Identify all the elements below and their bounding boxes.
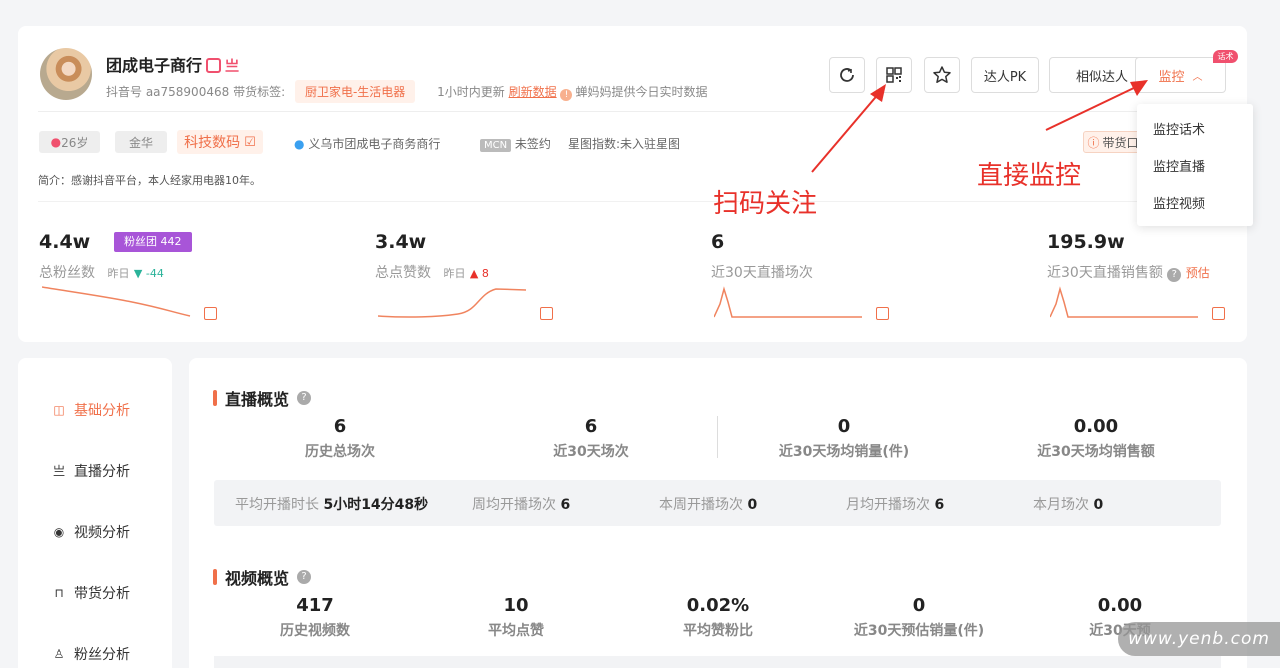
star-icon (933, 66, 951, 83)
metric-value: 6 (584, 416, 598, 437)
profile-subline: 抖音号 aa758900468 带货标签: 厨卫家电-生活电器 1小时内更新 刷… (106, 80, 707, 103)
likes-sparkline (378, 288, 527, 318)
stat-sales-value: 195.9w (1047, 231, 1125, 253)
user-icon: ♙ (53, 647, 65, 661)
live-sparkline (714, 286, 862, 318)
metric-label: 近30天场均销量(件) (778, 444, 910, 460)
bag-icon: ⊓ (54, 586, 64, 600)
sidebar-item-live[interactable]: 亗直播分析 (52, 461, 130, 481)
sidebar-item-basic[interactable]: ◫ 基础分析 (52, 400, 130, 420)
sidebar-item-video[interactable]: ◉ 视频分析 (52, 522, 130, 542)
divider (38, 201, 1226, 202)
main-panel: 直播概览? 6 历史总场次 6 近30天场次 0 近30天场均销量(件) 0.0… (189, 358, 1247, 668)
stat-live-count-label: 近30天直播场次 (711, 265, 813, 281)
trend-icon[interactable] (540, 307, 553, 320)
refresh-link[interactable]: 刷新数据 (509, 85, 557, 99)
info-icon: ! (560, 89, 573, 101)
live-icon: 亗 (52, 464, 65, 478)
metric-value: 10 (503, 595, 529, 616)
trend-icon[interactable] (1212, 307, 1225, 320)
metric-label: 平均赞粉比 (683, 623, 753, 639)
favorite-button[interactable] (924, 57, 960, 93)
metric-value: 0 (912, 595, 926, 616)
stat-sales-label: 近30天直播销售额 ? 预估 (1047, 265, 1210, 282)
menu-item-monitor-script[interactable]: 监控话术 (1153, 119, 1205, 138)
fans-club-badge[interactable]: 粉丝团 442 (114, 232, 192, 252)
stat-likes-label: 总点赞数 昨日 ▲ 8 (375, 265, 489, 281)
metric-value: 6 (333, 416, 347, 437)
metric-value: 0 (837, 416, 851, 437)
menu-item-monitor-video[interactable]: 监控视频 (1153, 193, 1205, 212)
sales-sparkline (1050, 286, 1198, 318)
chart-icon: ◫ (53, 403, 65, 417)
chevron-up-icon: ︿ (1192, 71, 1203, 83)
video-overview-title: 视频概览? (213, 565, 312, 589)
help-icon[interactable]: ? (1167, 268, 1182, 282)
mcn-info: MCN 未签约 (480, 135, 551, 152)
help-icon: ⓘ (1087, 135, 1100, 150)
stat-likes-value: 3.4w (375, 231, 427, 253)
category-chip[interactable]: 科技数码 ☑ (177, 130, 263, 154)
metric-value: 417 (296, 595, 334, 616)
metric-value: 0.02% (686, 595, 750, 616)
age-chip: ● 26岁 (39, 131, 100, 153)
trend-icon[interactable] (876, 307, 889, 320)
scan-annotation: 扫码关注 (713, 189, 818, 219)
user-icon: ● (50, 135, 62, 149)
region-chip: 金华 (115, 131, 167, 153)
metric-value: 0.00 (1073, 416, 1119, 437)
stat-fans-value: 4.4w (39, 231, 91, 253)
bio: 简介：感谢抖音平台，本人经家用电器10年。 (38, 174, 261, 187)
metric-label: 近30天预估销量(件) (853, 623, 985, 639)
metric-label: 近30天场均销售额 (1037, 444, 1155, 460)
pk-button[interactable]: 达人PK (971, 57, 1039, 93)
profile-name: 团成电子商行亗 (106, 56, 240, 75)
avatar[interactable] (40, 48, 92, 100)
metric-label: 平均点赞 (488, 623, 544, 639)
metric-label: 近30天场次 (553, 444, 629, 460)
new-badge: 话术 (1213, 50, 1238, 63)
sidebar: ◫ 基础分析 亗直播分析 ◉ 视频分析 ⊓ 带货分析 ♙ 粉丝分析 (18, 358, 172, 668)
stat-fans-label: 总粉丝数 昨日 ▼ -44 (39, 265, 164, 281)
star-index: 星图指数:未入驻星图 (568, 137, 681, 151)
trend-icon[interactable] (204, 307, 217, 320)
play-icon: ◉ (53, 525, 65, 539)
live-icon: 亗 (225, 59, 240, 75)
verified-icon: ● (294, 137, 305, 151)
stat-live-count-value: 6 (711, 231, 725, 253)
live-overview-title: 直播概览? (213, 386, 312, 410)
live-summary-bar: 平均开播时长 5小时14分48秒 周均开播场次 6 本周开播场次 0 月均开播场… (214, 480, 1221, 526)
help-icon[interactable]: ? (297, 391, 312, 405)
fans-sparkline (42, 286, 191, 317)
help-icon[interactable]: ? (297, 570, 312, 584)
verified-info: ● 义乌市团成电子商务商行 (294, 137, 441, 151)
metric-value: 0.00 (1097, 595, 1143, 616)
arrow-annotation (811, 84, 886, 173)
monitor-annotation: 直接监控 (977, 161, 1082, 191)
watermark: www.yenb.com (1118, 622, 1280, 656)
goods-tag[interactable]: 厨卫家电-生活电器 (294, 80, 416, 103)
edit-icon: ☑ (244, 134, 256, 150)
metric-label: 历史视频数 (280, 623, 350, 639)
metric-label: 历史总场次 (305, 444, 375, 460)
divider (717, 416, 718, 458)
video-summary-bar (214, 656, 1221, 668)
arrow-annotation (1045, 80, 1148, 131)
menu-item-monitor-live[interactable]: 监控直播 (1153, 156, 1205, 175)
shop-icon (206, 58, 222, 73)
sidebar-item-goods[interactable]: ⊓ 带货分析 (52, 583, 130, 603)
sidebar-item-fans[interactable]: ♙ 粉丝分析 (52, 644, 130, 664)
